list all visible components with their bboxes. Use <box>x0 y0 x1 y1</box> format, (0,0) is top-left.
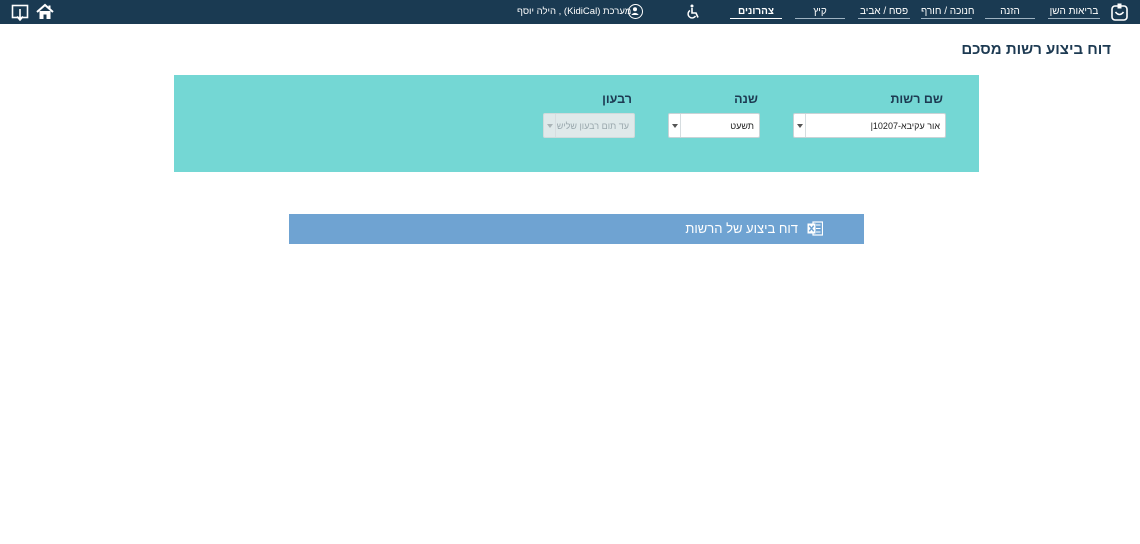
report-button[interactable]: דוח ביצוע של הרשות <box>289 214 864 244</box>
year-select[interactable]: תשעט <box>668 113 760 138</box>
filter-panel: שם רשות אור עקיבא-10207| שנה תשעט רבעון … <box>174 75 979 172</box>
authority-label: שם רשות <box>890 92 943 106</box>
chevron-down-icon[interactable] <box>794 114 806 137</box>
nav-item-tzaharonim[interactable]: צהרונים <box>730 5 782 19</box>
authority-select[interactable]: אור עקיבא-10207| <box>793 113 946 138</box>
nav-item-hazana[interactable]: הזנה <box>985 5 1035 19</box>
page-title: דוח ביצוע רשות מסכם <box>961 41 1111 58</box>
year-label: שנה <box>734 92 758 106</box>
report-button-label: דוח ביצוע של הרשות <box>685 221 798 236</box>
year-value: תשעט <box>730 121 754 131</box>
top-navigation-bar: מערכת (KidiCal) , הילה יוסף צהרונים קיץ … <box>0 0 1140 24</box>
chevron-down-icon[interactable] <box>544 114 556 137</box>
nav-item-briut[interactable]: בריאות השן <box>1048 5 1100 19</box>
chevron-down-icon[interactable] <box>669 114 681 137</box>
quarter-label: רבעון <box>602 92 632 106</box>
app-logo-icon[interactable] <box>1111 3 1128 21</box>
nav-item-hanuka[interactable]: חנוכה / חורף <box>921 5 974 19</box>
excel-icon <box>807 221 824 236</box>
user-name: מערכת (KidiCal) , הילה יוסף <box>517 6 632 17</box>
quarter-value: עד תום רבעון שלישי <box>554 121 629 131</box>
user-icon[interactable] <box>628 4 643 19</box>
authority-value: אור עקיבא-10207| <box>870 121 940 131</box>
accessibility-icon[interactable] <box>685 4 701 20</box>
quarter-select[interactable]: עד תום רבעון שלישי <box>543 113 635 138</box>
nav-item-pesach[interactable]: פסח / אביב <box>858 5 910 19</box>
home-icon[interactable] <box>36 3 54 21</box>
nav-item-kayitz[interactable]: קיץ <box>795 5 845 19</box>
logout-icon[interactable] <box>11 3 29 22</box>
